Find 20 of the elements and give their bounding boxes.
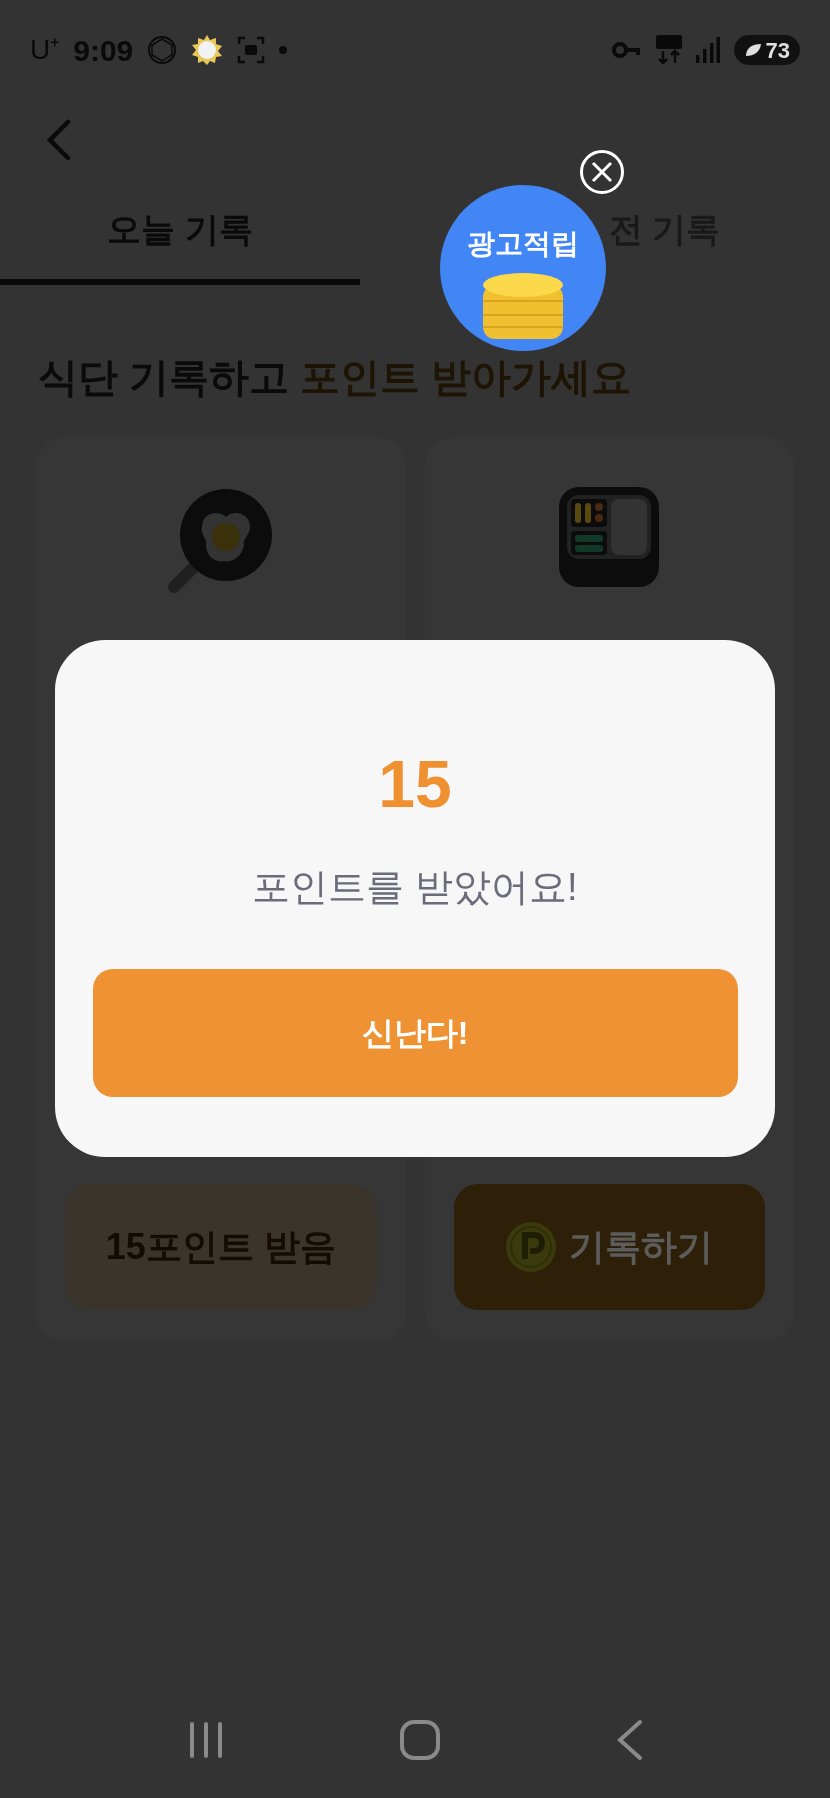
signal-icon (695, 37, 720, 63)
ad-reward-label: 광고적립 (467, 227, 579, 261)
reward-message: 포인트를 받았어요! (252, 865, 578, 910)
close-icon (591, 161, 613, 183)
aperture-icon (147, 35, 178, 65)
coin-stack-icon (480, 271, 566, 341)
screenshot-icon (237, 36, 266, 64)
confirm-button[interactable]: 신난다! (92, 969, 738, 1097)
home-button[interactable] (399, 1719, 441, 1761)
close-button[interactable] (580, 150, 624, 194)
points-amount: 15 (378, 746, 452, 823)
lunchbox-icon (559, 487, 660, 587)
network-5g-icon (655, 35, 682, 65)
battery-level: 73 (765, 36, 790, 65)
sun-icon (191, 34, 224, 66)
leaf-icon (743, 42, 762, 58)
record-button[interactable]: 기록하기 (453, 1184, 765, 1310)
point-coin-icon (505, 1221, 558, 1273)
ad-reward-bubble[interactable]: 광고적립 (440, 185, 606, 351)
key-icon (611, 41, 642, 59)
